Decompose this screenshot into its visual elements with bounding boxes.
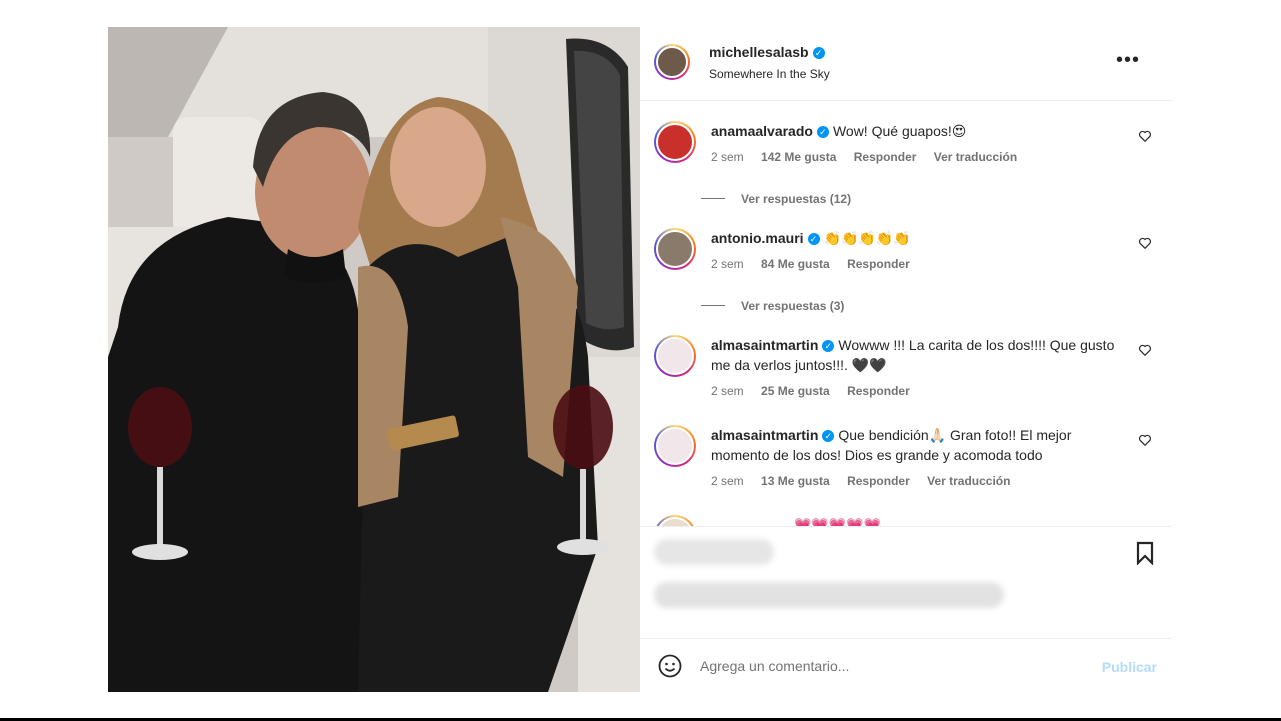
comment-time[interactable]: 2 sem: [711, 474, 744, 488]
author-avatar[interactable]: [654, 44, 690, 80]
post-location[interactable]: Somewhere In the Sky: [709, 67, 830, 81]
verified-badge-icon: ✓: [822, 430, 835, 442]
comment-body: almasaintmartin ✓ Que bendición🙏🏻 Gran fot…: [711, 425, 1131, 491]
comment-likes[interactable]: 25 Me gusta: [761, 384, 830, 398]
blurred-likers: [654, 539, 774, 565]
verified-badge-icon: ✓: [807, 233, 820, 245]
comment-username[interactable]: almasaintmartin: [711, 427, 818, 443]
comment-time[interactable]: 2 sem: [711, 384, 744, 398]
comment-meta: 2 sem 13 Me gusta Responder Ver traducci…: [711, 471, 1131, 491]
reply-button[interactable]: Responder: [847, 257, 910, 271]
post-actions-bar: [640, 526, 1172, 639]
comment-body: anamaalvarado ✓ Wow! Qué guapos!😍 2 sem 14…: [711, 121, 1131, 167]
blurred-likes-text: [654, 582, 1004, 608]
add-comment-bar: Publicar: [640, 638, 1172, 693]
comment-body: antonio.mauri ✓ 👏👏👏👏👏 2 sem 84 Me gusta Re…: [711, 228, 1131, 274]
comment-meta: 2 sem 25 Me gusta Responder: [711, 381, 1131, 401]
heart-icon[interactable]: [1138, 236, 1152, 250]
comment-avatar[interactable]: [654, 515, 696, 526]
author-info: michellesalasb ✓ Somewhere In the Sky: [709, 44, 830, 81]
post-header: michellesalasb ✓ Somewhere In the Sky •••: [640, 27, 1172, 101]
comment-input[interactable]: [700, 652, 1080, 680]
comment-meta: 2 sem 84 Me gusta Responder: [711, 254, 1131, 274]
comment-likes[interactable]: 84 Me gusta: [761, 257, 830, 271]
emoji-icon[interactable]: [658, 654, 682, 678]
comment-text: 👏👏👏👏👏: [823, 230, 911, 246]
post-photo-illustration: [108, 27, 640, 692]
translate-button[interactable]: Ver traducción: [927, 474, 1010, 488]
verified-badge-icon: ✓: [812, 47, 825, 59]
heart-icon[interactable]: [1138, 433, 1152, 447]
replies-divider: [701, 198, 725, 199]
comment-text: 💗💗💗💗💗: [794, 517, 882, 526]
comment-avatar[interactable]: [654, 425, 696, 467]
heart-icon[interactable]: [1138, 343, 1152, 357]
heart-icon[interactable]: [1138, 129, 1152, 143]
view-replies-label: Ver respuestas (12): [741, 192, 852, 206]
translate-button[interactable]: Ver traducción: [934, 150, 1017, 164]
comment-time[interactable]: 2 sem: [711, 257, 744, 271]
replies-divider: [701, 305, 725, 306]
view-replies-button[interactable]: Ver respuestas (3): [701, 299, 844, 313]
comment-username[interactable]: almasaintmartin: [711, 337, 818, 353]
comment-body: almasaintmartin ✓ Wowww !!! La carita de l…: [711, 335, 1131, 401]
publish-button[interactable]: Publicar: [1102, 659, 1157, 675]
comment-likes[interactable]: 13 Me gusta: [761, 474, 830, 488]
verified-badge-icon: ✓: [816, 126, 829, 138]
reply-button[interactable]: Responder: [854, 150, 917, 164]
comment-likes[interactable]: 142 Me gusta: [761, 150, 836, 164]
comment-meta: 2 sem 142 Me gusta Responder Ver traducc…: [711, 147, 1131, 167]
bookmark-icon[interactable]: [1133, 541, 1157, 565]
reply-button[interactable]: Responder: [847, 384, 910, 398]
comment-avatar[interactable]: [654, 121, 696, 163]
comments-list[interactable]: anamaalvarado ✓ Wow! Qué guapos!😍 2 sem 14…: [640, 101, 1172, 526]
post-side-panel: michellesalasb ✓ Somewhere In the Sky •••…: [640, 27, 1172, 692]
comment-text: Wow! Qué guapos!😍: [832, 123, 967, 139]
comment-username[interactable]: anamaalvarado: [711, 123, 813, 139]
comment-time[interactable]: 2 sem: [711, 150, 744, 164]
view-replies-label: Ver respuestas (3): [741, 299, 845, 313]
more-horizontal-icon[interactable]: •••: [1116, 49, 1140, 72]
author-username[interactable]: michellesalasb: [709, 44, 809, 60]
comment-avatar[interactable]: [654, 228, 696, 270]
comment-avatar[interactable]: [654, 335, 696, 377]
reply-button[interactable]: Responder: [847, 474, 910, 488]
comment-body: 💗💗💗💗💗: [794, 515, 1172, 526]
view-replies-button[interactable]: Ver respuestas (12): [701, 192, 851, 206]
verified-badge-icon: ✓: [822, 340, 835, 352]
comment-username[interactable]: antonio.mauri: [711, 230, 804, 246]
post-photo[interactable]: [108, 27, 640, 692]
